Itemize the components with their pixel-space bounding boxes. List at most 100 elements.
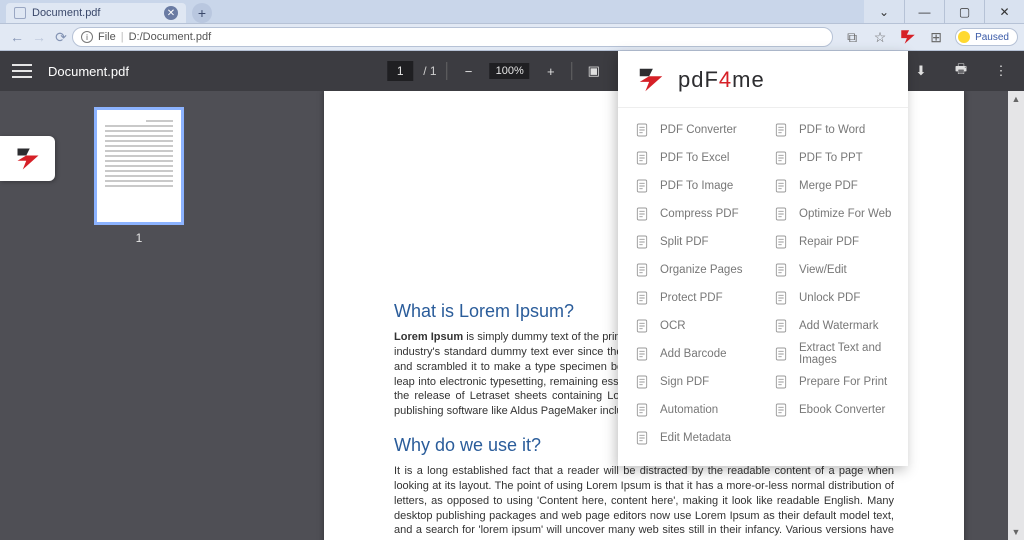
popup-item-prepare-for-print[interactable]: Prepare For Print — [765, 368, 900, 396]
profile-paused-chip[interactable]: Paused — [955, 28, 1018, 46]
extensions-icon[interactable]: ⊞ — [927, 28, 945, 46]
popup-item-add-barcode[interactable]: Add Barcode — [626, 340, 761, 368]
tool-icon — [773, 290, 789, 306]
popup-item-repair-pdf[interactable]: Repair PDF — [765, 228, 900, 256]
popup-tools-grid: PDF ConverterPDF to WordPDF To ExcelPDF … — [618, 116, 908, 452]
browser-toolbar: ← → ⟳ i File | D:/Document.pdf ⧉ ☆ ⊞ Pau… — [0, 23, 1024, 51]
popup-item-add-watermark[interactable]: Add Watermark — [765, 312, 900, 340]
reload-button[interactable]: ⟳ — [50, 26, 72, 48]
install-app-icon[interactable]: ⧉ — [843, 28, 861, 46]
popup-item-label: Edit Metadata — [660, 432, 731, 444]
fit-page-button[interactable]: ▣ — [583, 60, 605, 82]
popup-item-label: PDF Converter — [660, 124, 737, 136]
back-button[interactable]: ← — [6, 26, 28, 48]
tab-title: Document.pdf — [32, 7, 100, 19]
popup-item-edit-metadata[interactable]: Edit Metadata — [626, 424, 761, 452]
tool-icon — [634, 178, 650, 194]
doc-paragraph-2: It is a long established fact that a rea… — [394, 464, 894, 540]
tool-icon — [773, 150, 789, 166]
window-controls: ⌄ ― ▢ ✕ — [864, 0, 1024, 23]
tool-icon — [634, 234, 650, 250]
tab-favicon — [14, 7, 26, 19]
popup-item-pdf-to-excel[interactable]: PDF To Excel — [626, 144, 761, 172]
popup-item-protect-pdf[interactable]: Protect PDF — [626, 284, 761, 312]
popup-item-label: View/Edit — [799, 264, 847, 276]
popup-item-unlock-pdf[interactable]: Unlock PDF — [765, 284, 900, 312]
popup-item-label: Merge PDF — [799, 180, 858, 192]
zoom-level[interactable]: 100% — [490, 63, 530, 79]
popup-item-pdf-to-word[interactable]: PDF to Word — [765, 116, 900, 144]
popup-item-merge-pdf[interactable]: Merge PDF — [765, 172, 900, 200]
tool-icon — [634, 402, 650, 418]
popup-item-pdf-to-ppt[interactable]: PDF To PPT — [765, 144, 900, 172]
maximize-button[interactable]: ▢ — [944, 0, 984, 23]
window-dropdown-button[interactable]: ⌄ — [864, 0, 904, 23]
page-thumbnail[interactable] — [94, 107, 184, 225]
popup-item-automation[interactable]: Automation — [626, 396, 761, 424]
popup-item-label: OCR — [660, 320, 686, 332]
popup-item-pdf-converter[interactable]: PDF Converter — [626, 116, 761, 144]
tab-strip: Document.pdf ✕ + — [0, 0, 864, 23]
tool-icon — [634, 318, 650, 334]
popup-item-label: Add Watermark — [799, 320, 878, 332]
popup-item-label: Extract Text and Images — [799, 342, 892, 366]
popup-item-label: Add Barcode — [660, 348, 727, 360]
tool-icon — [773, 262, 789, 278]
url-separator: | — [121, 31, 124, 43]
tool-icon — [773, 178, 789, 194]
zoom-in-button[interactable]: + — [540, 60, 562, 82]
popup-item-label: Optimize For Web — [799, 208, 891, 220]
thumbnail-label: 1 — [136, 231, 143, 245]
tool-icon — [773, 318, 789, 334]
popup-item-split-pdf[interactable]: Split PDF — [626, 228, 761, 256]
profile-paused-label: Paused — [975, 32, 1009, 43]
tool-icon — [634, 262, 650, 278]
profile-avatar — [958, 31, 970, 43]
close-icon[interactable]: ✕ — [164, 6, 178, 20]
page-total-label: / 1 — [423, 64, 436, 78]
scroll-up-arrow[interactable]: ▲ — [1008, 91, 1024, 107]
pdf4me-extension-icon[interactable] — [899, 28, 917, 46]
popup-item-compress-pdf[interactable]: Compress PDF — [626, 200, 761, 228]
popup-item-label: Ebook Converter — [799, 404, 885, 416]
print-icon[interactable]: 🖶 — [950, 60, 972, 82]
tool-icon — [634, 346, 650, 362]
bookmark-icon[interactable]: ☆ — [871, 28, 889, 46]
download-icon[interactable]: ⬇ — [910, 60, 932, 82]
new-tab-button[interactable]: + — [192, 3, 212, 23]
tool-icon — [634, 122, 650, 138]
popup-item-optimize-for-web[interactable]: Optimize For Web — [765, 200, 900, 228]
popup-brand: pdF4me — [678, 67, 765, 93]
site-info-icon[interactable]: i — [81, 31, 93, 43]
popup-item-extract-text-and-images[interactable]: Extract Text and Images — [765, 340, 900, 368]
popup-item-label: Compress PDF — [660, 208, 739, 220]
tool-icon — [773, 206, 789, 222]
browser-tab[interactable]: Document.pdf ✕ — [6, 3, 186, 23]
tool-icon — [634, 290, 650, 306]
menu-icon[interactable] — [12, 64, 32, 78]
page-number-input[interactable]: 1 — [387, 61, 413, 81]
popup-item-label: PDF to Word — [799, 124, 865, 136]
zoom-out-button[interactable]: − — [458, 60, 480, 82]
popup-item-ebook-converter[interactable]: Ebook Converter — [765, 396, 900, 424]
popup-item-ocr[interactable]: OCR — [626, 312, 761, 340]
minimize-button[interactable]: ― — [904, 0, 944, 23]
popup-item-label: Split PDF — [660, 236, 709, 248]
popup-item-label: Sign PDF — [660, 376, 709, 388]
more-icon[interactable]: ⋮ — [990, 60, 1012, 82]
popup-item-view-edit[interactable]: View/Edit — [765, 256, 900, 284]
popup-item-organize-pages[interactable]: Organize Pages — [626, 256, 761, 284]
pdf4me-side-tab[interactable] — [0, 136, 55, 181]
scroll-down-arrow[interactable]: ▼ — [1008, 524, 1024, 540]
vertical-scrollbar[interactable]: ▲ ▼ — [1008, 91, 1024, 540]
popup-item-pdf-to-image[interactable]: PDF To Image — [626, 172, 761, 200]
url-scheme: File — [98, 31, 116, 43]
popup-item-sign-pdf[interactable]: Sign PDF — [626, 368, 761, 396]
tool-icon — [773, 234, 789, 250]
pdf-document-title: Document.pdf — [48, 64, 129, 79]
popup-item-label: Prepare For Print — [799, 376, 887, 388]
forward-button[interactable]: → — [28, 26, 50, 48]
window-close-button[interactable]: ✕ — [984, 0, 1024, 23]
address-bar[interactable]: i File | D:/Document.pdf — [72, 27, 833, 47]
popup-item-label: PDF To PPT — [799, 152, 863, 164]
